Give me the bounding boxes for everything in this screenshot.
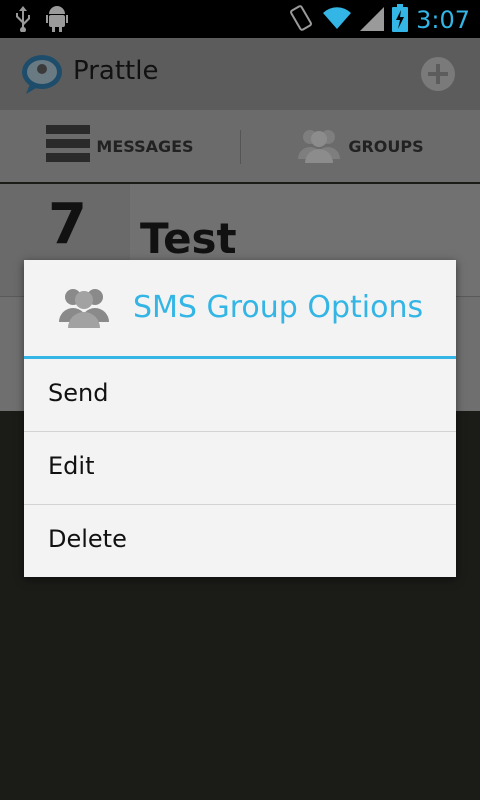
group-name: Test: [140, 214, 237, 263]
tab-bar: MESSAGES GROUPS: [0, 110, 480, 254]
messages-list-icon: [46, 125, 91, 167]
clock: 3:07: [416, 6, 470, 34]
signal-icon: [360, 5, 385, 35]
menu-item-send-label: Send: [48, 379, 109, 407]
rotate-icon: [288, 4, 314, 36]
add-icon[interactable]: [420, 56, 456, 96]
tab-messages[interactable]: MESSAGES: [0, 110, 240, 182]
group-icon: [58, 284, 110, 332]
dialog-header: SMS Group Options: [24, 260, 456, 356]
usb-icon: [14, 6, 32, 36]
tab-messages-label: MESSAGES: [96, 136, 194, 156]
group-icon: [296, 125, 342, 167]
group-member-count: 7: [48, 192, 87, 257]
tab-groups-label: GROUPS: [348, 136, 424, 156]
menu-item-delete-label: Delete: [48, 525, 127, 553]
tab-groups[interactable]: GROUPS: [240, 110, 480, 182]
dialog-title: SMS Group Options: [133, 290, 424, 325]
menu-item-send[interactable]: Send: [24, 359, 456, 431]
android-debug-icon: [46, 6, 68, 36]
menu-item-delete[interactable]: Delete: [24, 505, 456, 577]
sms-group-options-dialog: SMS Group Options Send Edit Delete: [24, 260, 456, 577]
status-bar: 3:07: [0, 0, 480, 38]
app-logo-icon: [20, 52, 64, 100]
action-bar: Prattle: [0, 38, 480, 110]
menu-item-edit[interactable]: Edit: [24, 432, 456, 504]
wifi-icon: [322, 5, 352, 35]
app-title: Prattle: [73, 56, 159, 86]
menu-item-edit-label: Edit: [48, 452, 95, 480]
battery-charging-icon: [392, 4, 409, 36]
